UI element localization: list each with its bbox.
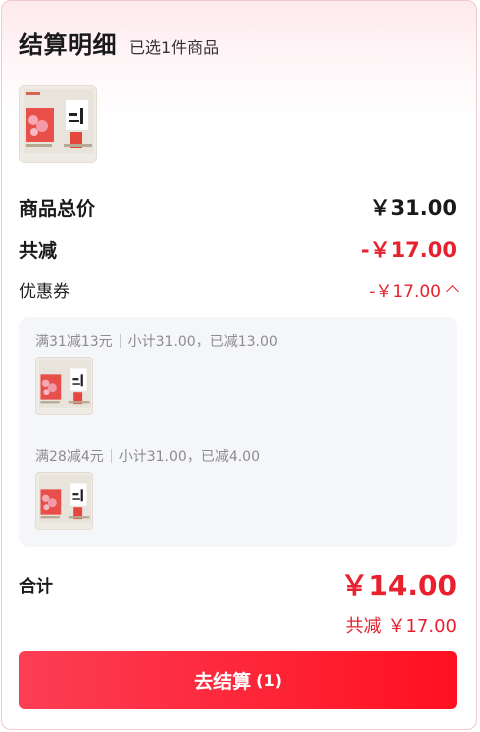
product-package-icon — [20, 86, 96, 162]
coupon-rule: 满28减4元 — [35, 449, 104, 465]
product-image[interactable] — [19, 85, 97, 163]
divider — [119, 334, 121, 348]
total-discount-row: 共减 -￥17.00 — [19, 234, 457, 264]
product-package-icon — [36, 358, 92, 414]
coupon-rule-line: 满31减13元 小计31.00，已减13.00 — [35, 331, 278, 351]
coupon-detail: 小计31.00，已减13.00 — [127, 334, 278, 350]
sum-row: 合计 ￥14.00 — [19, 568, 457, 602]
coupon-row[interactable]: 优惠券 -￥17.00 — [19, 277, 459, 302]
goods-total-value: ￥31.00 — [369, 196, 457, 220]
coupon-toggle[interactable]: -￥17.00 — [369, 277, 459, 302]
checkout-button-label: 去结算 — [194, 670, 252, 693]
coupon-value: -￥17.00 — [369, 281, 441, 302]
coupon-detail: 小计31.00，已减4.00 — [118, 449, 260, 465]
page-title: 结算明细 — [19, 31, 117, 59]
header: 结算明细 已选1件商品 — [19, 25, 219, 60]
coupon-label: 优惠券 — [19, 281, 70, 302]
saved-value: ￥17.00 — [387, 616, 457, 637]
coupon-detail-panel: 满31减13元 小计31.00，已减13.00 满28减4元 小计31.00，已… — [19, 317, 457, 547]
selected-count: 已选1件商品 — [129, 38, 220, 57]
product-package-icon — [36, 473, 92, 529]
coupon-rule: 满31减13元 — [35, 334, 113, 350]
goods-total-row: 商品总价 ￥31.00 — [19, 192, 457, 222]
total-discount-value: -￥17.00 — [360, 238, 457, 262]
sum-label: 合计 — [19, 576, 53, 597]
checkout-button[interactable]: 去结算 (1) — [19, 651, 457, 709]
checkout-button-count: (1) — [256, 670, 282, 690]
total-discount-label: 共减 — [19, 239, 58, 262]
coupon-product-image[interactable] — [35, 357, 93, 415]
checkout-detail-sheet: 结算明细 已选1件商品 商品总价 ￥31.00 共减 -￥17.00 优惠券 -… — [1, 0, 477, 730]
coupon-product-image[interactable] — [35, 472, 93, 530]
goods-total-label: 商品总价 — [19, 197, 96, 220]
coupon-rule-line: 满28减4元 小计31.00，已减4.00 — [35, 446, 260, 466]
chevron-up-icon[interactable] — [446, 285, 459, 298]
saved-summary: 共减 ￥17.00 — [345, 612, 457, 638]
divider — [110, 449, 112, 463]
saved-label: 共减 — [345, 616, 382, 637]
sum-value: ￥14.00 — [340, 569, 457, 602]
